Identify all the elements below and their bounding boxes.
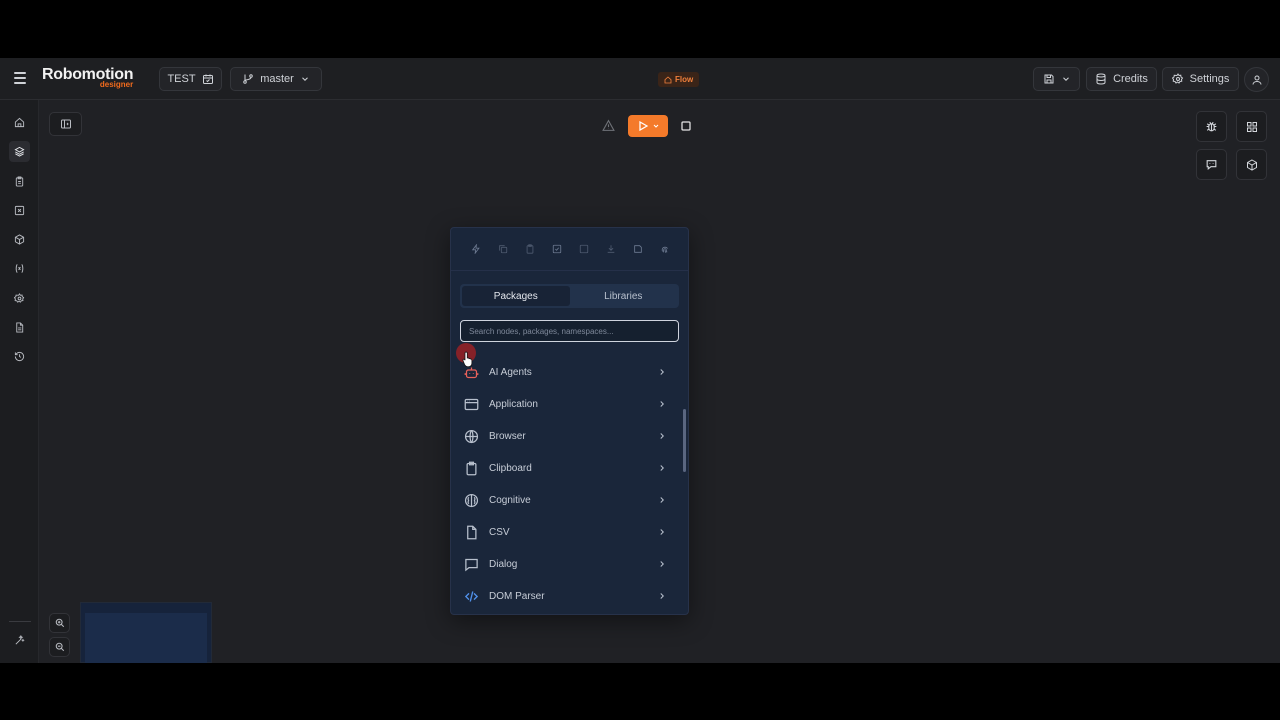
package-dom-parser[interactable]: DOM Parser	[451, 580, 683, 612]
zoom-in-icon	[55, 618, 64, 628]
flow-badge: Flow	[658, 72, 700, 87]
app-window: Robomotion designer TEST master Flow Cre…	[0, 58, 1280, 663]
toggle-panel-button[interactable]	[49, 112, 82, 136]
variable-icon[interactable]	[9, 258, 30, 279]
packages-button[interactable]	[1236, 149, 1267, 180]
file-icon	[463, 524, 479, 540]
gear-icon	[1171, 73, 1183, 84]
globe-icon	[463, 428, 479, 444]
branch-name: master	[260, 73, 294, 85]
tab-libraries[interactable]: Libraries	[570, 286, 678, 306]
chevron-right-icon	[660, 561, 664, 567]
zoom-out-icon	[55, 642, 64, 652]
chevron-down-icon	[653, 124, 658, 128]
stop-icon	[681, 121, 691, 131]
grid-button[interactable]	[1236, 111, 1267, 142]
assistant-button[interactable]	[1196, 149, 1227, 180]
sidebar-toggle-icon	[60, 119, 71, 129]
package-list-scrollbar[interactable]	[683, 409, 686, 472]
user-avatar[interactable]	[1244, 67, 1269, 92]
user-icon	[1252, 75, 1261, 85]
package-application[interactable]: Application	[451, 388, 683, 420]
package-icon[interactable]	[9, 229, 30, 250]
chevron-right-icon	[660, 401, 664, 407]
package-list: AI Agents Application Browser Clipboard	[451, 356, 683, 612]
pointer-cursor-icon	[462, 351, 474, 368]
menu-icon[interactable]	[14, 72, 26, 86]
package-clipboard[interactable]: Clipboard	[451, 452, 683, 484]
bug-icon	[1206, 121, 1217, 132]
layers-icon[interactable]	[9, 141, 30, 162]
settings-button[interactable]: Settings	[1162, 67, 1239, 91]
chevron-down-icon	[301, 77, 308, 81]
brain-icon	[463, 492, 479, 508]
note-icon[interactable]	[631, 242, 645, 256]
database-icon	[1096, 73, 1106, 85]
git-branch-icon	[243, 74, 253, 84]
check-square-icon[interactable]	[550, 242, 564, 256]
lightning-icon[interactable]	[469, 242, 483, 256]
chevron-right-icon	[660, 593, 664, 599]
robomotion-logo: Robomotion designer	[42, 66, 134, 89]
package-icon	[1246, 158, 1257, 171]
document-icon[interactable]	[9, 317, 30, 338]
project-button[interactable]: TEST	[159, 67, 222, 91]
play-icon	[638, 120, 648, 132]
branch-selector[interactable]: master	[230, 67, 322, 91]
package-cognitive[interactable]: Cognitive	[451, 484, 683, 516]
search-input[interactable]	[460, 320, 679, 342]
package-browser[interactable]: Browser	[451, 420, 683, 452]
square-icon[interactable]	[577, 242, 591, 256]
project-name: TEST	[167, 73, 196, 85]
code-icon	[463, 588, 479, 604]
tab-packages[interactable]: Packages	[462, 286, 570, 306]
fingerprint-icon[interactable]	[658, 242, 672, 256]
warning-icon[interactable]	[602, 119, 616, 133]
home-icon[interactable]	[9, 112, 30, 133]
run-button[interactable]	[628, 115, 668, 137]
rail-divider	[9, 621, 31, 622]
zoom-out-button[interactable]	[49, 637, 70, 657]
x-square-icon[interactable]	[9, 200, 30, 221]
calendar-icon	[202, 74, 213, 84]
magic-wand-icon[interactable]	[9, 630, 30, 651]
chevron-right-icon	[660, 497, 664, 503]
stop-button[interactable]	[675, 115, 697, 137]
debug-button[interactable]	[1196, 111, 1227, 142]
settings-cog-icon[interactable]	[9, 288, 30, 309]
chevron-right-icon	[660, 465, 664, 471]
save-menu-button[interactable]	[1033, 67, 1080, 91]
package-dialog[interactable]: Dialog	[451, 548, 683, 580]
node-palette-panel: Packages Libraries AI Agents Application…	[450, 227, 689, 615]
credits-button[interactable]: Credits	[1086, 67, 1157, 91]
package-csv[interactable]: CSV	[451, 516, 683, 548]
home-icon	[664, 75, 672, 83]
copy-icon[interactable]	[496, 242, 510, 256]
clipboard-icon	[463, 460, 479, 476]
minimap[interactable]	[80, 602, 212, 663]
save-icon	[1044, 74, 1053, 84]
app-window-icon	[463, 396, 479, 412]
chevron-right-icon	[660, 369, 664, 375]
zoom-in-button[interactable]	[49, 613, 70, 633]
history-icon[interactable]	[9, 346, 30, 367]
chevron-right-icon	[660, 433, 664, 439]
download-icon[interactable]	[604, 242, 618, 256]
grid-icon	[1246, 121, 1257, 132]
chevron-right-icon	[660, 529, 664, 535]
palette-tabs: Packages Libraries	[460, 284, 679, 308]
chevron-down-icon	[1062, 77, 1069, 81]
left-sidebar	[0, 100, 39, 663]
clipboard-list-icon[interactable]	[9, 171, 30, 192]
minimap-viewport[interactable]	[85, 613, 207, 663]
package-ai-agents[interactable]: AI Agents	[451, 356, 683, 388]
clipboard-icon[interactable]	[523, 242, 537, 256]
message-square-icon	[463, 556, 479, 572]
top-bar: Robomotion designer TEST master Flow Cre…	[0, 58, 1280, 100]
palette-toolbar	[451, 228, 688, 271]
chat-bot-icon	[1206, 160, 1217, 170]
